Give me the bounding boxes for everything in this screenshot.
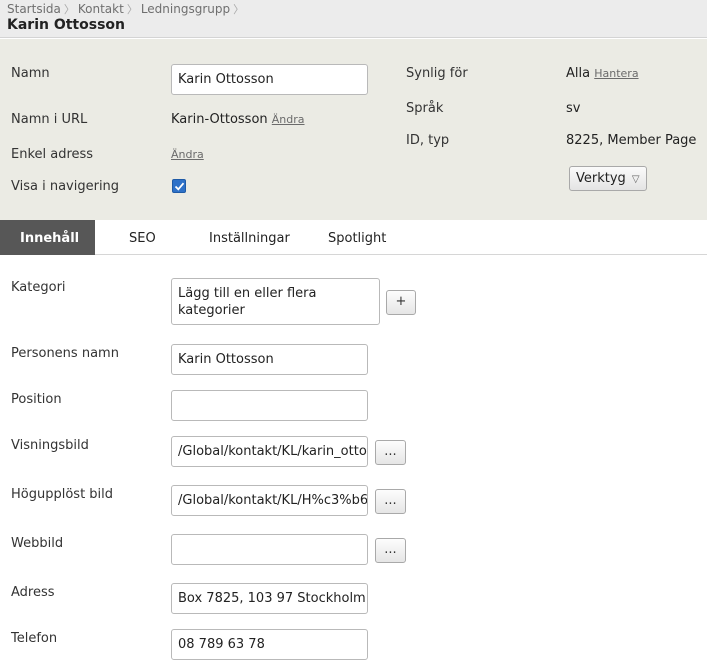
tab-seo[interactable]: SEO	[117, 220, 168, 255]
name-input[interactable]: Karin Ottosson	[171, 64, 368, 95]
visible-for-manage-link[interactable]: Hantera	[594, 67, 638, 80]
person-name-input[interactable]: Karin Ottosson	[171, 344, 368, 375]
visible-for-value: Alla Hantera	[566, 66, 639, 81]
show-in-nav-checkbox[interactable]	[172, 179, 186, 193]
tab-installningar[interactable]: Inställningar	[197, 220, 302, 255]
web-image-input[interactable]	[171, 534, 368, 565]
category-input[interactable]: Lägg till en eller flera kategorier	[171, 278, 380, 325]
id-type-label: ID, typ	[406, 133, 450, 148]
breadcrumb-item-ledningsgrupp[interactable]: Ledningsgrupp	[141, 2, 230, 16]
position-input[interactable]	[171, 390, 368, 421]
breadcrumb: Startsida 〉 Kontakt 〉 Ledningsgrupp 〉	[7, 1, 247, 17]
chevron-right-icon: 〉	[63, 3, 75, 16]
web-image-label: Webbild	[11, 536, 64, 551]
chevron-right-icon: 〉	[233, 3, 245, 16]
url-change-link[interactable]: Ändra	[272, 113, 305, 126]
position-label: Position	[11, 392, 62, 407]
chevron-right-icon: 〉	[126, 3, 138, 16]
hires-image-input[interactable]: /Global/kontakt/KL/H%c3%b6gupplost/karin…	[171, 485, 368, 516]
page-title: Karin Ottosson	[7, 17, 125, 33]
chevron-down-icon: ▽	[631, 174, 640, 185]
tab-innehall[interactable]: Innehåll	[0, 220, 95, 255]
phone-input[interactable]: 08 789 63 78	[171, 629, 368, 660]
tools-dropdown-label: Verktyg	[576, 171, 626, 186]
add-category-button[interactable]: +	[386, 290, 416, 315]
language-label: Språk	[406, 101, 444, 116]
tab-bar: Innehåll SEO Inställningar Spotlight	[0, 220, 707, 255]
person-name-label: Personens namn	[11, 346, 119, 361]
url-name-text: Karin-Ottosson	[171, 112, 268, 127]
web-image-browse-button[interactable]: ...	[375, 538, 406, 563]
visible-for-text: Alla	[566, 66, 591, 81]
category-label: Kategori	[11, 280, 66, 295]
visible-for-label: Synlig för	[406, 66, 468, 81]
display-image-browse-button[interactable]: ...	[375, 440, 406, 465]
display-image-label: Visningsbild	[11, 438, 89, 453]
address-label: Adress	[11, 585, 55, 600]
hires-image-label: Högupplöst bild	[11, 487, 114, 502]
id-type-value: 8225, Member Page	[566, 133, 697, 148]
phone-label: Telefon	[11, 631, 58, 646]
tools-dropdown[interactable]: Verktyg ▽	[569, 166, 647, 191]
simple-address-label: Enkel adress	[11, 147, 94, 162]
url-name-value: Karin-Ottosson Ändra	[171, 112, 305, 127]
url-name-label: Namn i URL	[11, 112, 88, 127]
checkmark-icon	[174, 182, 185, 191]
hires-image-browse-button[interactable]: ...	[375, 489, 406, 514]
show-in-nav-label: Visa i navigering	[11, 179, 120, 194]
name-label: Namn	[11, 66, 50, 81]
breadcrumb-item-startsida[interactable]: Startsida	[7, 2, 61, 16]
breadcrumb-item-kontakt[interactable]: Kontakt	[78, 2, 124, 16]
page-header: Startsida 〉 Kontakt 〉 Ledningsgrupp 〉 Karin O…	[0, 0, 707, 38]
simple-address-change-link[interactable]: Ändra	[171, 148, 204, 161]
language-value: sv	[566, 101, 581, 116]
address-input[interactable]: Box 7825, 103 97 Stockholm	[171, 583, 368, 614]
display-image-input[interactable]: /Global/kontakt/KL/karin_ottosson.jpg	[171, 436, 368, 467]
properties-panel: Namn Karin Ottosson Namn i URL Karin-Ott…	[0, 39, 707, 220]
tab-spotlight[interactable]: Spotlight	[316, 220, 398, 255]
